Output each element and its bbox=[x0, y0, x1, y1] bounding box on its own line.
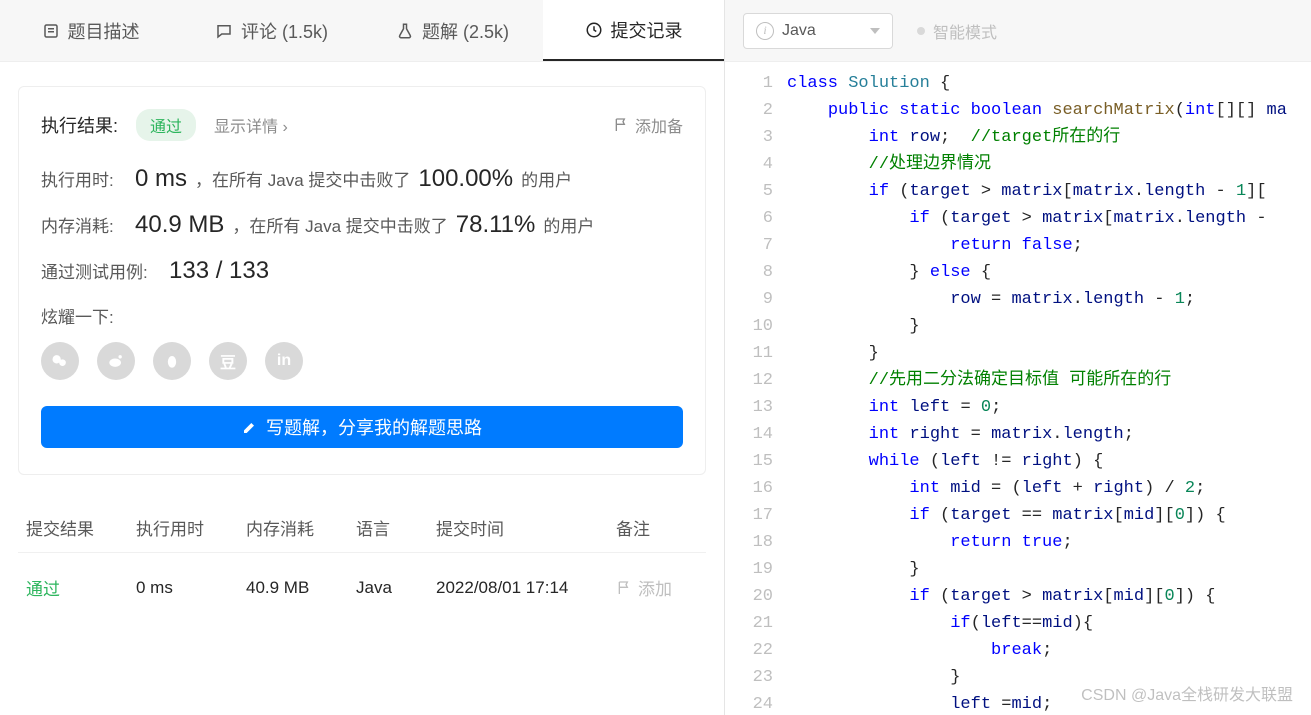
memory-value: 40.9 MB bbox=[135, 211, 224, 239]
smart-mode-toggle[interactable]: 智能模式 bbox=[917, 19, 997, 43]
linkedin-icon[interactable]: in bbox=[265, 342, 303, 380]
language-label: Java bbox=[782, 22, 816, 40]
code-content[interactable]: class Solution { public static boolean s… bbox=[787, 62, 1311, 715]
row-note-label: 添加 bbox=[638, 575, 672, 600]
info-icon: i bbox=[756, 22, 774, 40]
row-date: 2022/08/01 17:14 bbox=[436, 578, 616, 598]
tab-label: 题解 (2.5k) bbox=[422, 18, 509, 44]
left-panel: 题目描述 评论 (1.5k) 题解 (2.5k) 提交记录 执行结果: 通过 显… bbox=[0, 0, 725, 715]
status-badge: 通过 bbox=[136, 109, 196, 141]
row-result: 通过 bbox=[26, 575, 136, 600]
stat-testcases: 通过测试用例: 133 / 133 bbox=[41, 257, 683, 285]
result-label: 执行结果: bbox=[41, 112, 118, 138]
tab-comments[interactable]: 评论 (1.5k) bbox=[181, 0, 362, 61]
col-header-date: 提交时间 bbox=[436, 515, 616, 540]
tab-description[interactable]: 题目描述 bbox=[0, 0, 181, 61]
col-header-note: 备注 bbox=[616, 515, 698, 540]
stat-memory: 内存消耗: 40.9 MB ，在所有 Java 提交中击败了 78.11% 的用… bbox=[41, 211, 683, 239]
weibo-icon[interactable] bbox=[97, 342, 135, 380]
flask-icon bbox=[396, 22, 414, 40]
flag-icon bbox=[616, 580, 632, 596]
tab-solutions[interactable]: 题解 (2.5k) bbox=[362, 0, 543, 61]
memory-text: ，在所有 Java 提交中击败了 bbox=[232, 212, 447, 237]
editor-toolbar: i Java 智能模式 bbox=[725, 0, 1311, 62]
smart-mode-label: 智能模式 bbox=[933, 19, 997, 43]
col-header-lang: 语言 bbox=[356, 515, 436, 540]
tab-label: 评论 (1.5k) bbox=[241, 18, 328, 44]
write-solution-button[interactable]: 写题解，分享我的解题思路 bbox=[41, 406, 683, 448]
runtime-text: ，在所有 Java 提交中击败了 bbox=[195, 166, 410, 191]
row-lang: Java bbox=[356, 578, 436, 598]
row-note[interactable]: 添加 bbox=[616, 575, 698, 600]
result-header: 执行结果: 通过 显示详情 › 添加备 bbox=[41, 109, 683, 141]
flag-icon bbox=[613, 117, 629, 133]
language-select[interactable]: i Java bbox=[743, 13, 893, 49]
runtime-label: 执行用时: bbox=[41, 166, 127, 191]
tabs-bar: 题目描述 评论 (1.5k) 题解 (2.5k) 提交记录 bbox=[0, 0, 724, 62]
table-row[interactable]: 通过 0 ms 40.9 MB Java 2022/08/01 17:14 添加 bbox=[18, 552, 706, 622]
show-detail-link[interactable]: 显示详情 › bbox=[214, 113, 288, 137]
description-icon bbox=[42, 22, 60, 40]
stat-runtime: 执行用时: 0 ms ，在所有 Java 提交中击败了 100.00% 的用户 bbox=[41, 165, 683, 193]
tab-submissions[interactable]: 提交记录 bbox=[543, 0, 724, 61]
comment-icon bbox=[215, 22, 233, 40]
runtime-percent: 100.00% bbox=[418, 165, 513, 193]
col-header-result: 提交结果 bbox=[26, 515, 136, 540]
runtime-text2: 的用户 bbox=[521, 166, 572, 191]
write-solution-label: 写题解，分享我的解题思路 bbox=[266, 414, 482, 440]
tab-label: 提交记录 bbox=[611, 17, 683, 43]
qq-icon[interactable] bbox=[153, 342, 191, 380]
memory-percent: 78.11% bbox=[456, 211, 536, 239]
row-memory: 40.9 MB bbox=[246, 578, 356, 598]
code-editor[interactable]: 123456789101112131415161718192021222324 … bbox=[725, 62, 1311, 715]
line-gutter: 123456789101112131415161718192021222324 bbox=[725, 62, 787, 715]
add-note-label: 添加备 bbox=[635, 113, 683, 137]
history-header: 提交结果 执行用时 内存消耗 语言 提交时间 备注 bbox=[18, 503, 706, 552]
tab-label: 题目描述 bbox=[68, 18, 140, 44]
wechat-icon[interactable] bbox=[41, 342, 79, 380]
right-panel: i Java 智能模式 1234567891011121314151617181… bbox=[725, 0, 1311, 715]
social-icons: 豆 in bbox=[41, 342, 683, 380]
dot-icon bbox=[917, 27, 925, 35]
runtime-value: 0 ms bbox=[135, 165, 187, 193]
douban-icon[interactable]: 豆 bbox=[209, 342, 247, 380]
memory-label: 内存消耗: bbox=[41, 212, 127, 237]
row-time: 0 ms bbox=[136, 578, 246, 598]
testcases-value: 133 / 133 bbox=[169, 257, 269, 285]
result-card: 执行结果: 通过 显示详情 › 添加备 执行用时: 0 ms ，在所有 Java… bbox=[18, 86, 706, 475]
col-header-memory: 内存消耗 bbox=[246, 515, 356, 540]
add-note-button[interactable]: 添加备 bbox=[613, 113, 683, 137]
pencil-icon bbox=[242, 419, 258, 435]
share-label: 炫耀一下: bbox=[41, 303, 683, 328]
history-icon bbox=[585, 21, 603, 39]
memory-text2: 的用户 bbox=[543, 212, 594, 237]
col-header-time: 执行用时 bbox=[136, 515, 246, 540]
history-table: 提交结果 执行用时 内存消耗 语言 提交时间 备注 通过 0 ms 40.9 M… bbox=[18, 503, 706, 622]
testcases-label: 通过测试用例: bbox=[41, 258, 161, 283]
